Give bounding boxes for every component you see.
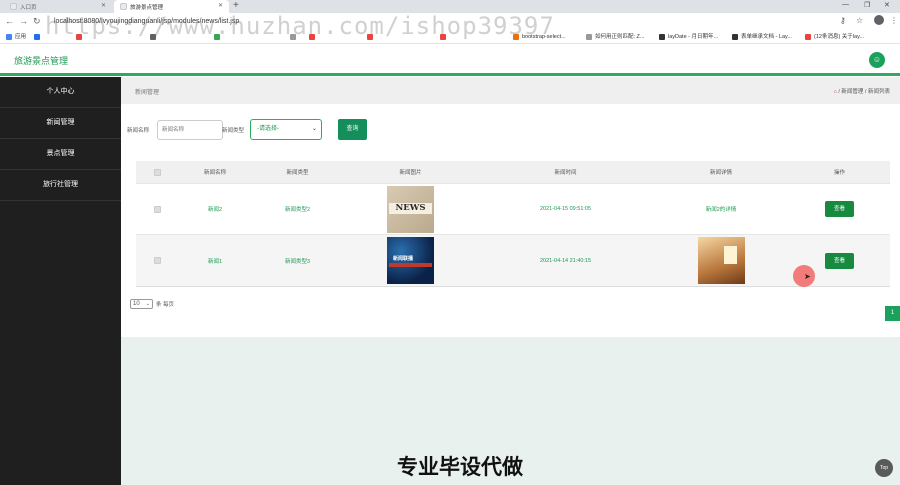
bookmark-item[interactable]: layDate - 月日期年... [659,32,718,42]
profile-avatar[interactable] [874,15,884,25]
forward-icon[interactable]: → [19,16,28,26]
maximize-icon[interactable]: ❐ [864,1,870,9]
browser-tab-title: 入口页 [20,4,37,11]
chevron-down-icon: ⌄ [145,301,150,307]
bookmark-icon [34,34,40,40]
news-detail-cell [653,235,789,286]
news-name-cell: 新闻1 [207,258,223,265]
app-header: 旅游景点管理 ☺ [0,45,900,76]
home-icon[interactable]: ⌂ [833,89,836,95]
back-to-top-button[interactable]: Top [875,459,893,477]
window-shape [723,246,737,264]
news-type-cell: 新闻类型2 [284,207,311,213]
column-header: 新闻详情 [709,170,732,176]
user-icon[interactable]: ☺ [869,52,885,68]
table-row: 新闻1 新闻类型3 新闻联播 2021-04-14 21:40:15 查看 [136,234,890,287]
browser-tab-title: 旅游景点管理 [130,4,164,11]
breadcrumb-text: / 新闻管理 / 新闻列表 [838,89,890,95]
close-window-icon[interactable]: ✕ [884,1,890,9]
reload-icon[interactable]: ↻ [33,16,41,26]
close-tab-icon[interactable]: ✕ [218,2,223,9]
page-size-select[interactable]: 10 ⌄ [130,299,153,309]
page-favicon-icon [10,3,17,10]
bookmark-icon [732,34,738,40]
sidebar-item-news[interactable]: 新闻管理 [0,108,121,139]
row-select-cell [136,235,178,286]
bookmark-icon [805,34,811,40]
page-button-current[interactable]: 1 [885,306,900,321]
column-header: 新闻时间 [554,170,577,176]
page-title: 新闻管理 [135,90,160,96]
bookmark-icon [659,34,665,40]
news-detail-cell: 新闻2的详情 [705,207,737,213]
news-image-cell: NEWS [343,184,478,234]
news-image: 新闻联播 [387,237,434,284]
news-type-selected: -请选择- [257,126,279,132]
table-row: 新闻2 新闻类型2 NEWS 2021-04-15 09:51:05 新闻2的详… [136,183,890,234]
news-name-input[interactable] [157,120,223,140]
chevron-down-icon: ⌄ [311,126,317,132]
row-checkbox[interactable] [153,257,161,264]
bookmark-icon [586,34,592,40]
mouse-cursor-icon: ➤ [804,272,811,281]
news-type-cell: 新闻类型3 [284,258,311,265]
select-all-cell [136,161,178,183]
column-header: 新闻图片 [399,170,422,176]
column-header: 新闻名称 [203,170,226,176]
news-name-cell: 新闻2 [207,207,223,213]
breadcrumb: 新闻管理 ⌂ / 新闻管理 / 新闻列表 [121,77,900,104]
minimize-icon[interactable]: — [842,1,849,8]
sidebar-item-scenic-spots[interactable]: 景点管理 [0,139,121,170]
app-title: 旅游景点管理 [14,56,69,66]
back-icon[interactable]: ← [5,16,14,26]
news-name-label: 新闻名称 [127,128,150,134]
bookmark-item[interactable]: 如何用正则匹配: Z... [586,32,645,42]
star-icon[interactable]: ☆ [856,16,863,25]
select-all-checkbox[interactable] [153,168,161,176]
main-content: 新闻管理 ⌂ / 新闻管理 / 新闻列表 新闻名称 新闻类型 -请选择- ⌄ 查… [121,77,900,485]
watermark: https://www.huzhan.com/ishop39397 [45,12,555,40]
action-cell: 查看 [789,184,890,234]
row-checkbox[interactable] [153,205,161,213]
news-image-cell: 新闻联播 [343,235,478,286]
news-time-cell: 2021-04-14 21:40:15 [539,257,592,264]
column-header: 操作 [833,170,845,176]
bookmark-item[interactable] [34,32,43,42]
bookmark-icon [6,34,12,40]
breadcrumb-path: ⌂ / 新闻管理 / 新闻列表 [833,87,890,95]
bookmark-item[interactable]: (12条消息) 关于lay... [805,32,864,42]
table-header: 新闻名称 新闻类型 新闻图片 新闻时间 新闻详情 操作 [136,161,890,183]
row-select-cell [136,184,178,234]
sidebar: 个人中心 新闻管理 景点管理 旅行社管理 [0,77,121,485]
view-button[interactable]: 查看 [825,201,854,217]
menu-icon[interactable]: ⋮ [890,16,898,25]
page-favicon-icon [120,3,127,10]
banner-stripe [389,263,432,267]
page-size-control: 10 ⌄ 条 每页 [130,299,174,309]
new-tab-button[interactable]: + [233,0,239,12]
news-list-panel: 新闻名称 新闻类型 -请选择- ⌄ 查询 新闻名称 新闻类型 新闻图片 新闻时间… [121,104,900,337]
news-table: 新闻名称 新闻类型 新闻图片 新闻时间 新闻详情 操作 新闻2 新闻类型2 NE… [136,161,890,287]
news-image: NEWS [387,185,434,233]
news-time-cell: 2021-04-15 09:51:05 [539,206,592,212]
view-button[interactable]: 查看 [825,252,854,269]
bookmark-item[interactable]: 应用 [6,32,26,42]
news-type-select[interactable]: -请选择- ⌄ [250,119,322,140]
close-tab-icon[interactable]: ✕ [101,2,106,9]
sidebar-item-travel-agency[interactable]: 旅行社管理 [0,170,121,201]
search-button[interactable]: 查询 [338,119,367,140]
ad-banner-text: 专业毕设代做 [397,456,523,479]
column-header: 新闻类型 [286,170,309,176]
key-icon[interactable]: ⚷ [840,16,846,25]
page-size-label: 条 每页 [156,302,175,308]
news-type-label: 新闻类型 [222,128,245,134]
sidebar-item-personal-center[interactable]: 个人中心 [0,77,121,108]
news-detail-image [697,237,745,284]
bookmark-item[interactable]: 表单继承文档 - Lay... [732,32,792,42]
